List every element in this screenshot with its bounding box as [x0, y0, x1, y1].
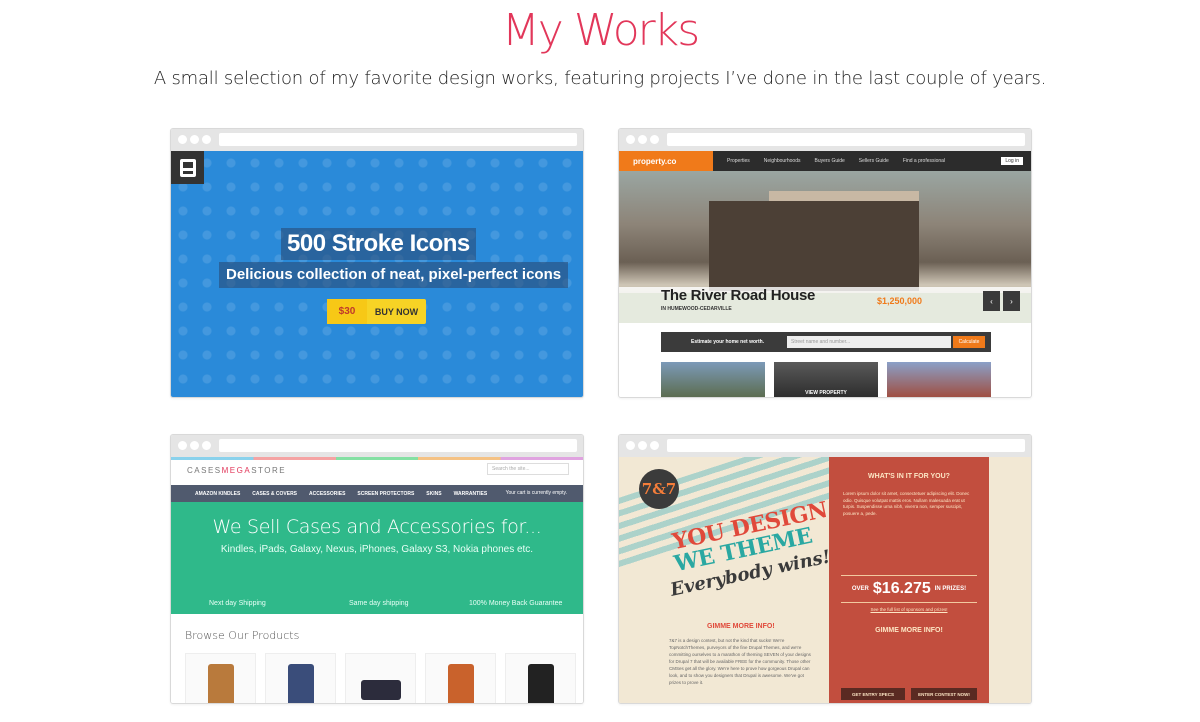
product-thumbnail: [425, 653, 496, 703]
window-dot-icon: [626, 135, 635, 144]
calculate-button: Calculate: [953, 336, 985, 348]
store-hero: We Sell Cases and Accessories for... Kin…: [171, 502, 583, 614]
work-preview-contest: 7&7 YOU DESIGN WE THEME Everybody wins! …: [619, 457, 1031, 703]
browse-heading: Browse Our Products: [185, 629, 300, 642]
work-preview-icons: 500 Stroke Icons Delicious collection of…: [171, 151, 583, 397]
sponsor-link: See the full list of sponsors and prizes…: [870, 607, 948, 612]
listing-thumbnail: [887, 362, 991, 397]
window-dot-icon: [638, 441, 647, 450]
login-button: Log in: [1001, 157, 1023, 165]
window-dot-icon: [626, 441, 635, 450]
hero-title: We Sell Cases and Accessories for...: [212, 516, 542, 538]
buy-label: BUY NOW: [374, 306, 419, 317]
street-input: Street name and number...: [787, 336, 951, 348]
browser-chrome: [619, 435, 1031, 457]
nav-item: SCREEN PROTECTORS: [357, 490, 415, 497]
cart-status: Your cart is currently empty.: [505, 490, 567, 496]
page-subtitle: A small selection of my favorite design …: [153, 68, 1047, 89]
product-thumbnail: [345, 653, 416, 703]
store-nav: AMAZON KINDLES CASES & COVERS ACCESSORIE…: [171, 485, 583, 502]
panel-heading-2: GIMME MORE INFO!: [875, 627, 943, 634]
feature-shipping: Next day Shipping: [209, 600, 266, 607]
site-logo: property.co: [619, 151, 713, 171]
listing-thumbnail: VIEW PROPERTY: [774, 362, 878, 397]
info-heading: GIMME MORE INFO!: [707, 623, 775, 630]
next-arrow-icon: ›: [1003, 291, 1020, 311]
buy-button: $30 BUY NOW: [327, 299, 426, 324]
enter-contest-button: ENTER CONTEST NOW!: [911, 688, 977, 700]
address-bar: [667, 439, 1025, 452]
window-dot-icon: [650, 441, 659, 450]
nav-item: Buyers Guide: [814, 158, 845, 164]
nav-item: AMAZON KINDLES: [195, 490, 241, 497]
store-logo: CASESMEGASTORE: [187, 466, 287, 475]
browser-chrome: [171, 129, 583, 151]
window-dot-icon: [190, 135, 199, 144]
work-preview-property: property.co Properties Neighbourhoods Bu…: [619, 151, 1031, 397]
product-thumbnail: [265, 653, 336, 703]
work-card-icons[interactable]: 500 Stroke Icons Delicious collection of…: [170, 128, 584, 398]
window-dot-icon: [202, 135, 211, 144]
nav-item: WARRANTIES: [453, 490, 488, 497]
window-dot-icon: [178, 441, 187, 450]
prev-arrow-icon: ‹: [983, 291, 1000, 311]
browser-chrome: [619, 129, 1031, 151]
nav-item: Properties: [727, 158, 750, 164]
prize-amount: OVER $16.275 IN PRIZES!: [841, 575, 977, 603]
estimate-label: Estimate your home net worth.: [691, 339, 765, 345]
preview-subtitle: Delicious collection of neat, pixel-perf…: [219, 262, 569, 288]
work-card-cases[interactable]: CASESMEGASTORE Search the site... AMAZON…: [170, 434, 584, 704]
house-location: IN HUMEWOOD-CEDARVILLE: [661, 306, 732, 312]
nav-item: CASES & COVERS: [252, 490, 298, 497]
nav-item: SKINS: [426, 490, 442, 497]
work-card-property[interactable]: property.co Properties Neighbourhoods Bu…: [618, 128, 1032, 398]
house-price: $1,250,000: [877, 296, 923, 306]
address-bar: [667, 133, 1025, 146]
feature-same-day: Same day shipping: [349, 600, 409, 607]
estimate-bar: Estimate your home net worth. Street nam…: [661, 332, 991, 352]
contest-badge: 7&7: [639, 469, 679, 509]
store-search: Search the site...: [487, 463, 569, 475]
page-title: My Works: [501, 5, 700, 56]
product-thumbnail: [505, 653, 576, 703]
view-property-label: VIEW PROPERTY: [805, 390, 847, 396]
window-dot-icon: [190, 441, 199, 450]
window-dot-icon: [650, 135, 659, 144]
nav-item: Neighbourhoods: [763, 158, 801, 164]
entry-specs-button: GET ENTRY SPECS: [841, 688, 905, 700]
nav-item: ACCESSORIES: [309, 490, 346, 497]
browser-chrome: [171, 435, 583, 457]
product-thumbnail: [185, 653, 256, 703]
info-paragraph: 7&7 is a design contest, but not the kin…: [669, 638, 811, 685]
window-dot-icon: [202, 441, 211, 450]
price-tag: $30: [327, 299, 367, 324]
prize-panel: WHAT'S IN IT FOR YOU? Lorem ipsum dolor …: [829, 457, 989, 703]
nav-item: Find a professional: [902, 158, 946, 164]
work-preview-cases: CASESMEGASTORE Search the site... AMAZON…: [171, 457, 583, 703]
address-bar: [219, 439, 577, 452]
preview-title: 500 Stroke Icons: [281, 228, 476, 260]
feature-guarantee: 100% Money Back Guarantee: [469, 600, 563, 607]
brand-logo-icon: [171, 151, 204, 184]
work-card-contest[interactable]: 7&7 YOU DESIGN WE THEME Everybody wins! …: [618, 434, 1032, 704]
site-nav: property.co Properties Neighbourhoods Bu…: [619, 151, 1031, 171]
listing-thumbnail: [661, 362, 765, 397]
window-dot-icon: [178, 135, 187, 144]
house-name: The River Road House: [661, 287, 816, 304]
panel-heading: WHAT'S IN IT FOR YOU?: [868, 473, 950, 480]
panel-text: Lorem ipsum dolor sit amet, consectetuer…: [843, 491, 970, 516]
nav-item: Sellers Guide: [858, 158, 889, 164]
hero-subtitle: Kindles, iPads, Galaxy, Nexus, iPhones, …: [220, 544, 534, 555]
address-bar: [219, 133, 577, 146]
window-dot-icon: [638, 135, 647, 144]
